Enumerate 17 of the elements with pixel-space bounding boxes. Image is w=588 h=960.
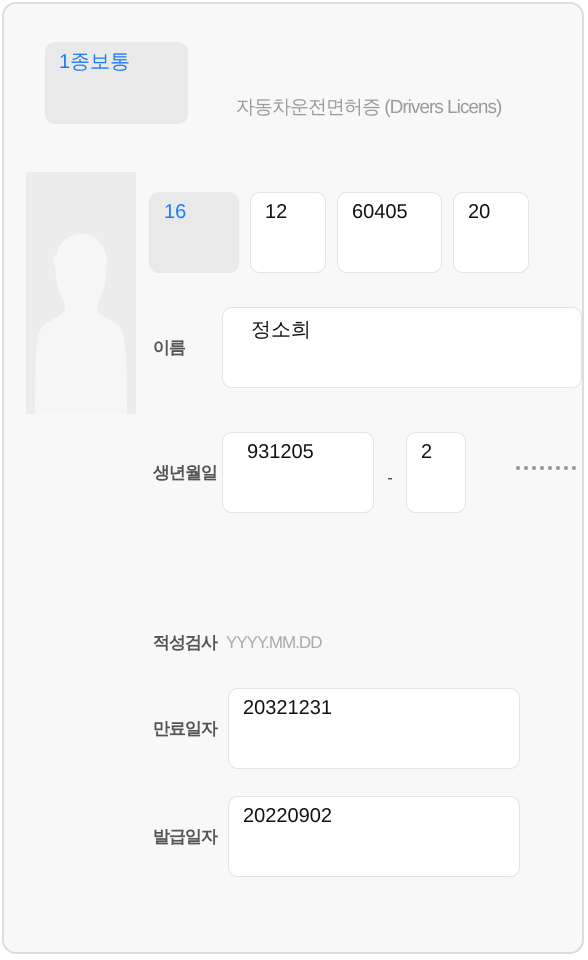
input-field[interactable]: 60405 — [337, 192, 442, 273]
input-field[interactable]: 12 — [250, 192, 326, 273]
input-field[interactable]: 20 — [453, 192, 529, 273]
field-label: 생년월일 — [152, 462, 218, 484]
input-field[interactable]: 931205 — [222, 432, 374, 513]
card-title: 자동차운전면허증 (Drivers Licens) — [236, 96, 502, 120]
field-label: 발급일자 — [152, 826, 218, 848]
field-label: 이름 — [152, 337, 186, 359]
input-field[interactable]: 정소희 — [222, 307, 582, 388]
input-field[interactable]: 20321231 — [228, 688, 520, 769]
input-field[interactable]: 2 — [406, 432, 466, 513]
separator-text: - — [386, 470, 394, 488]
input-field[interactable]: 20220902 — [228, 796, 520, 877]
date-input[interactable]: YYYY.MM.DD — [222, 632, 380, 652]
field-label: 적성검사 — [152, 632, 218, 654]
field-label: 만료일자 — [152, 718, 218, 740]
masked-digits-line — [516, 466, 576, 470]
